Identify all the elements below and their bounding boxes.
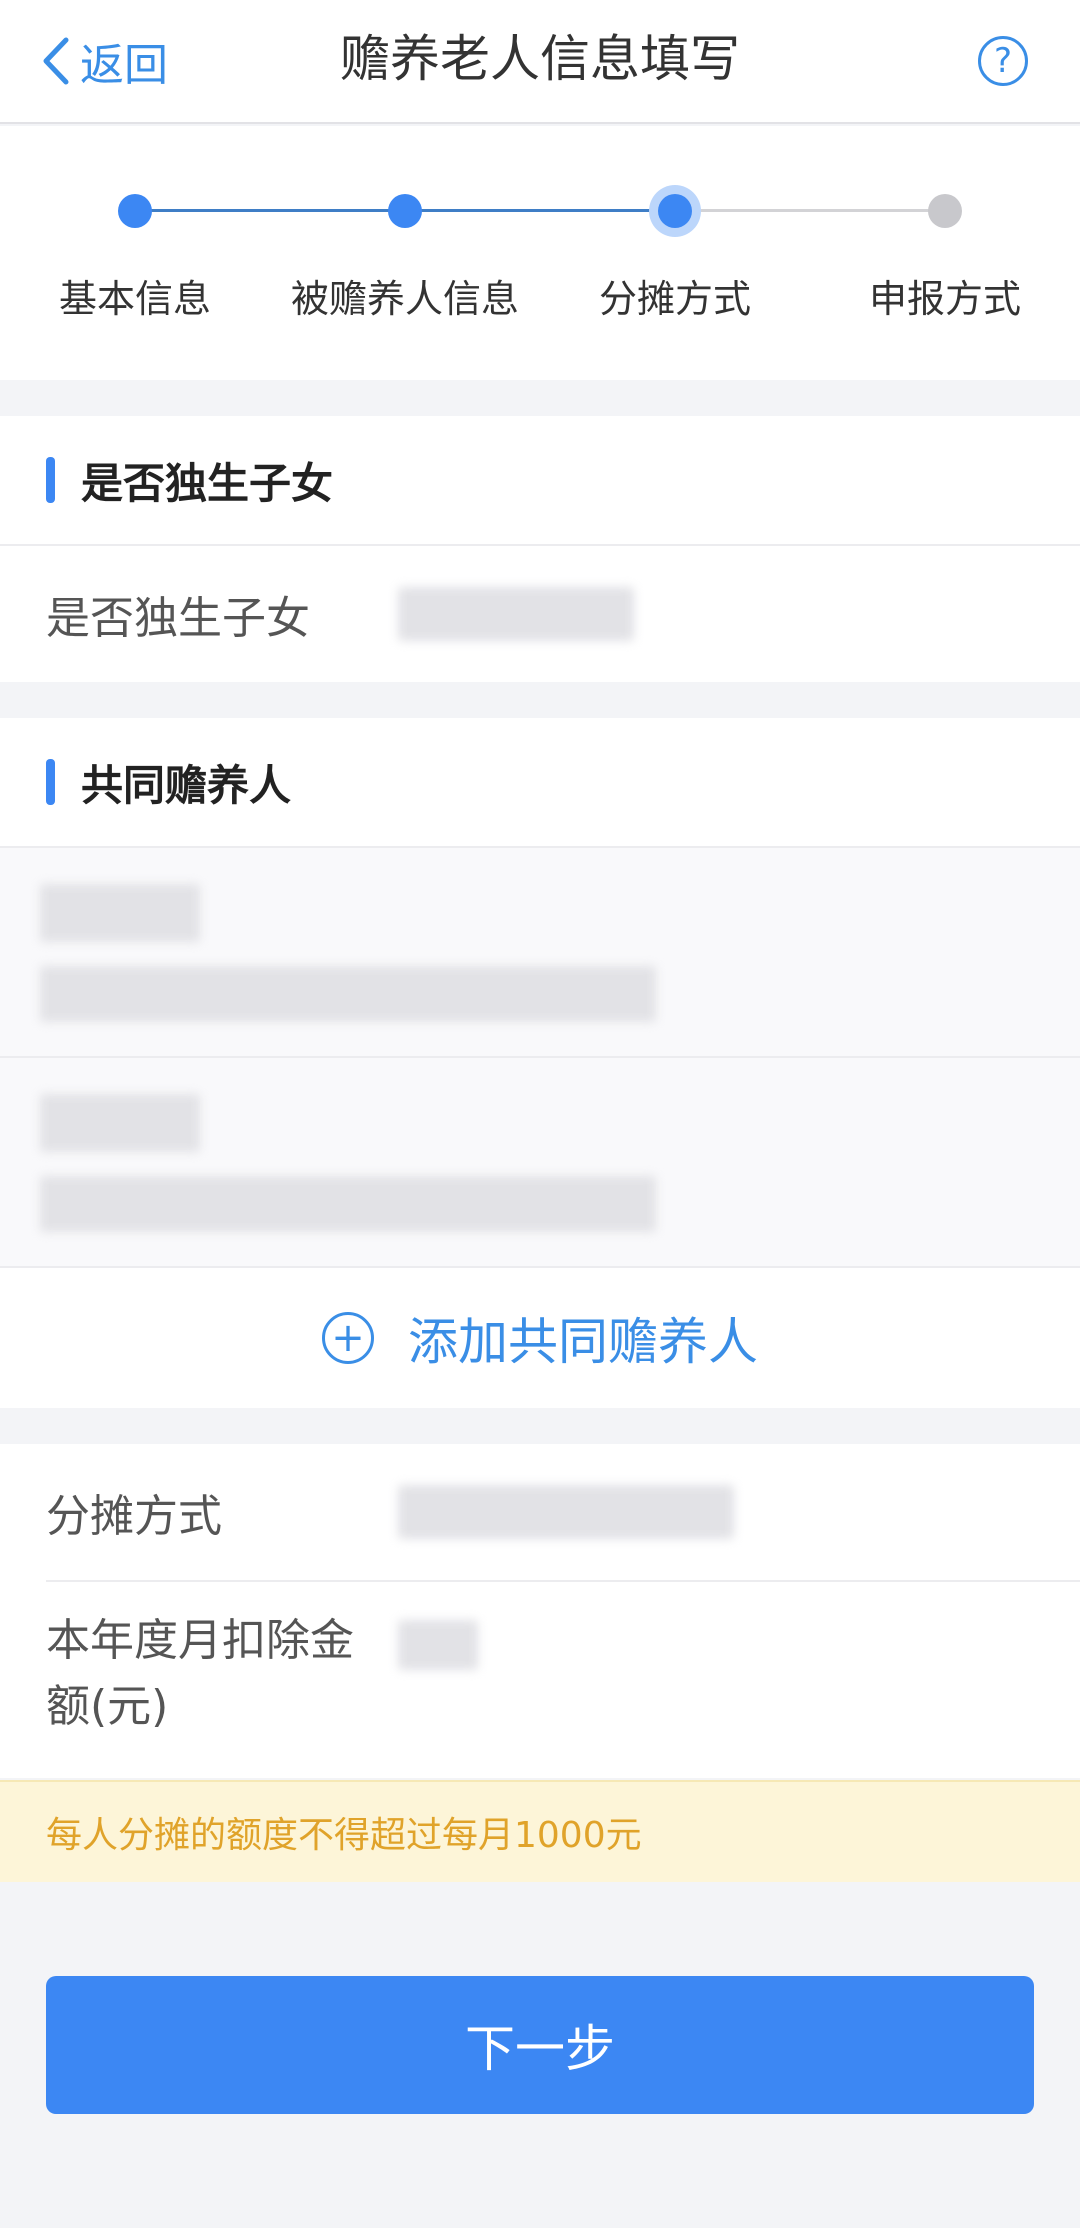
section-header: 是否独生子女 [0, 416, 1080, 546]
field-value-redacted [398, 1485, 734, 1539]
step-label-split-method: 分摊方式 [598, 277, 751, 321]
limit-notice: 每人分摊的额度不得超过每月1000元 [0, 1780, 1080, 1882]
page-title: 赡养老人信息填写 [340, 30, 740, 88]
split-section: 分摊方式 本年度月扣除金额(元) [0, 1444, 1080, 1778]
co-supporter-detail-redacted [40, 1176, 656, 1232]
section-accent-bar [46, 759, 55, 805]
add-co-supporter-button[interactable]: + 添加共同赡养人 [0, 1268, 1080, 1408]
section-header: 共同赡养人 [0, 718, 1080, 848]
only-child-section: 是否独生子女 是否独生子女 [0, 416, 1080, 682]
step-label-basic-info: 基本信息 [58, 277, 211, 321]
only-child-field[interactable]: 是否独生子女 [0, 546, 1080, 682]
split-method-field[interactable]: 分摊方式 [0, 1444, 1080, 1580]
section-title: 是否独生子女 [81, 458, 334, 508]
step-dot-declaration [928, 194, 962, 228]
section-accent-bar [46, 457, 55, 503]
co-supporter-item[interactable] [0, 848, 1080, 1058]
co-supporter-item[interactable] [0, 1058, 1080, 1268]
field-label: 本年度月扣除金额(元) [46, 1615, 354, 1732]
step-progress: 基本信息 被赡养人信息 分摊方式 申报方式 [0, 126, 1080, 380]
co-supporter-name-redacted [40, 1094, 200, 1152]
co-supporter-detail-redacted [40, 966, 656, 1022]
field-value-redacted [398, 1620, 478, 1670]
field-value-redacted [398, 587, 634, 641]
step-track-done [405, 209, 675, 212]
section-title: 共同赡养人 [81, 760, 292, 810]
field-label: 是否独生子女 [46, 593, 310, 644]
navigation-bar: 返回 赡养老人信息填写 ? [0, 0, 1080, 124]
step-track-todo [675, 209, 945, 212]
co-supporter-name-redacted [40, 884, 200, 942]
add-co-supporter-label: 添加共同赡养人 [408, 1313, 758, 1371]
field-label: 分摊方式 [46, 1491, 222, 1542]
help-icon[interactable]: ? [978, 36, 1028, 86]
step-label-declaration: 申报方式 [868, 277, 1021, 321]
monthly-deduction-field[interactable]: 本年度月扣除金额(元) [0, 1582, 1080, 1778]
step-dot-basic-info [118, 194, 152, 228]
plus-circle-icon: + [322, 1312, 374, 1364]
step-dot-split-method [658, 194, 692, 228]
step-track-done [135, 209, 405, 212]
co-supporters-section: 共同赡养人 + 添加共同赡养人 [0, 718, 1080, 1408]
next-step-button[interactable]: 下一步 [46, 1976, 1034, 2114]
step-label-supported-person: 被赡养人信息 [290, 277, 519, 321]
step-dot-supported-person [388, 194, 422, 228]
